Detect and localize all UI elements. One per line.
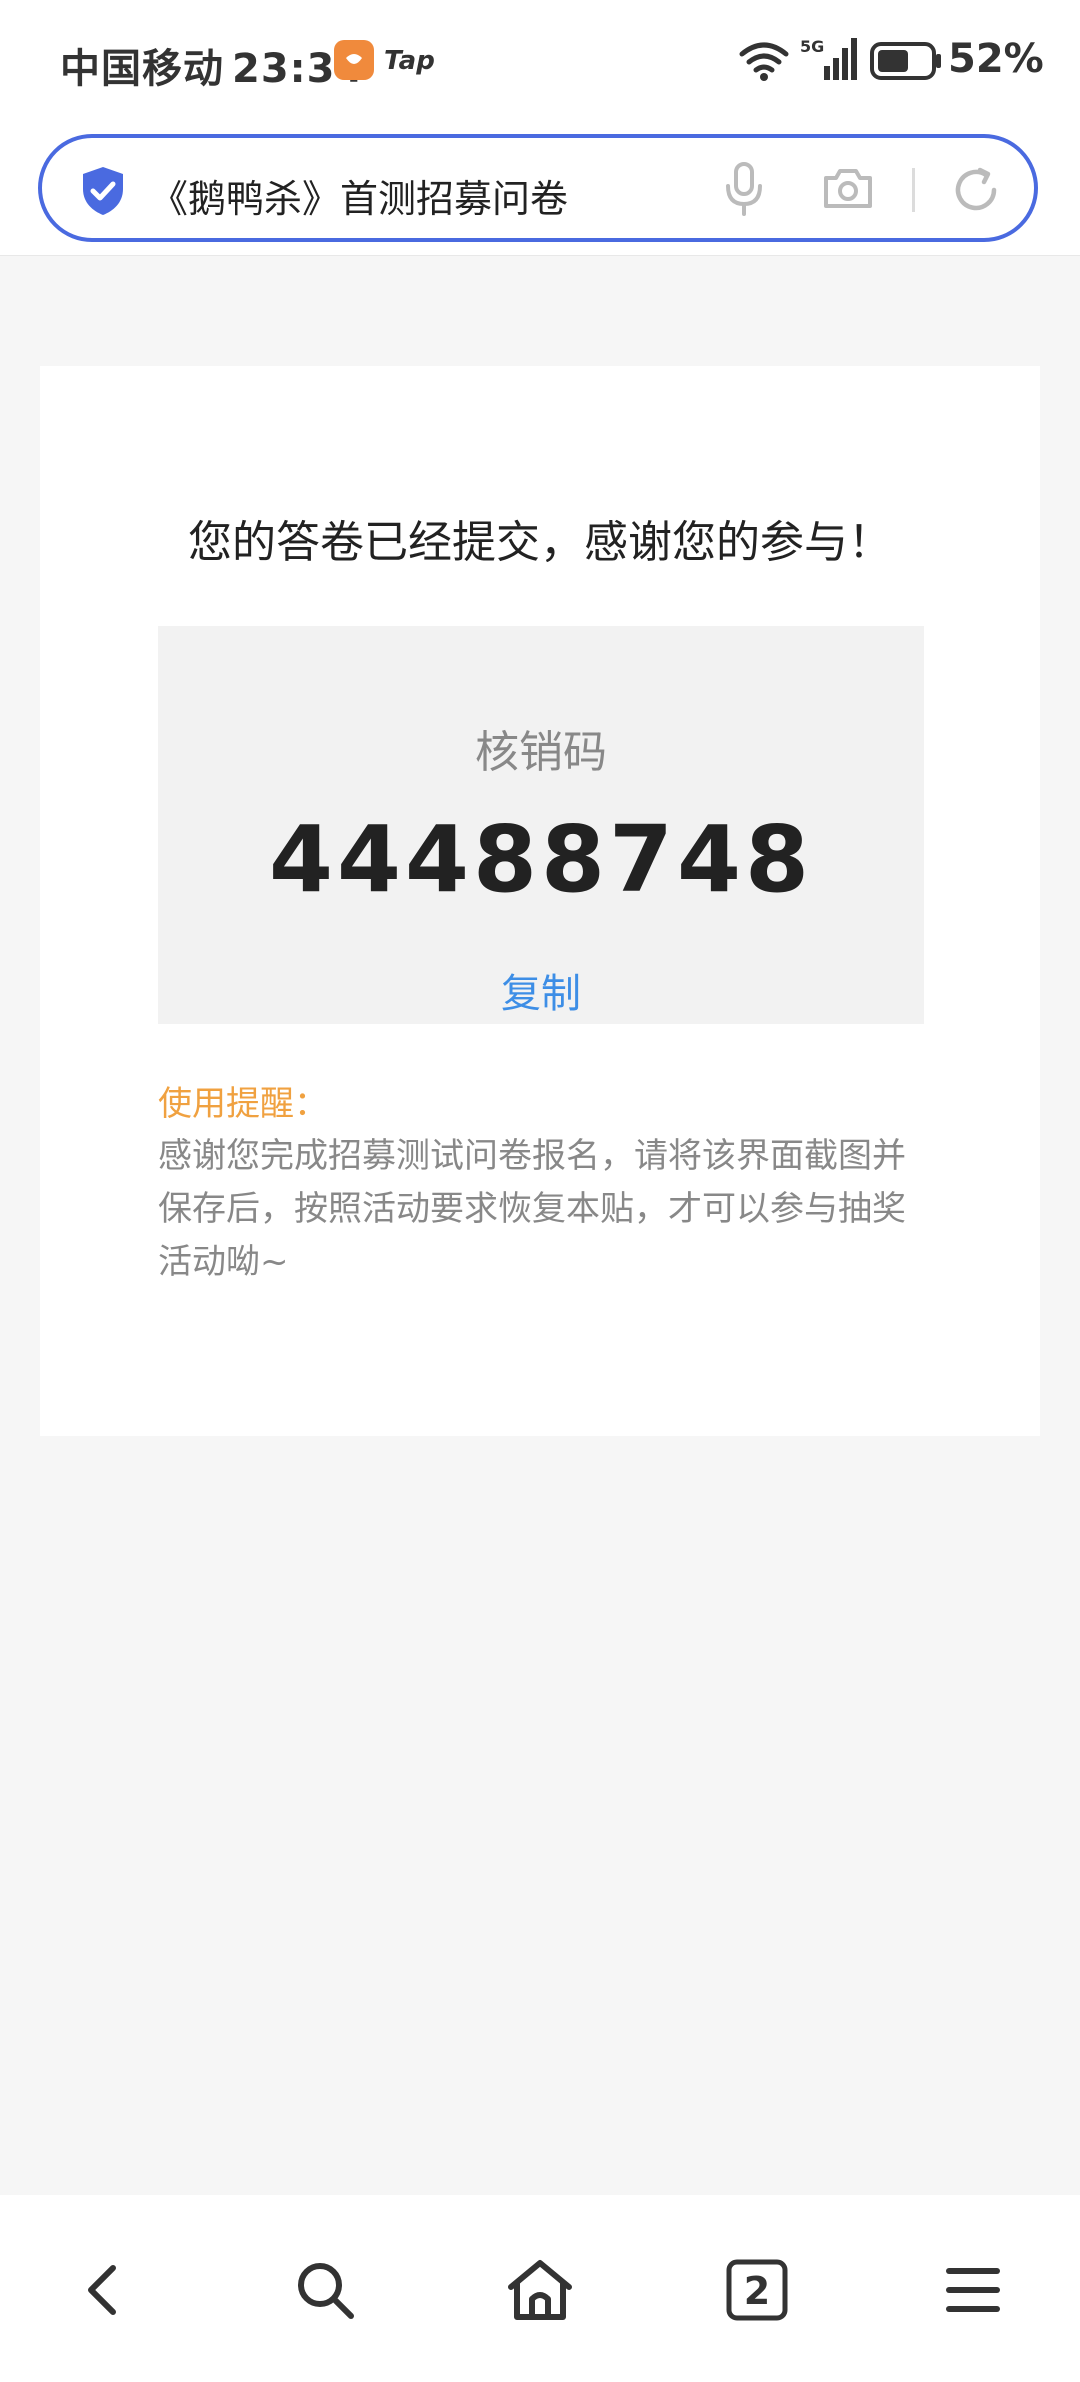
mic-icon[interactable] — [724, 162, 764, 216]
battery-icon — [870, 42, 941, 80]
tabs-button[interactable]: 2 — [692, 2225, 822, 2355]
camera-icon[interactable] — [822, 166, 874, 210]
tap-app-label: Tap — [384, 46, 435, 76]
tips-body: 感谢您完成招募测试问卷报名，请将该界面截图并保存后，按照活动要求恢复本贴，才可以… — [158, 1136, 906, 1282]
redeem-code-value: 44488748 — [268, 806, 814, 913]
tips-title: 使用提醒： — [158, 1084, 328, 1124]
bottom-navigation: 2 — [0, 2195, 1080, 2382]
tap-app-icon — [334, 40, 374, 80]
carrier-and-time: 中国移动 23:34 — [60, 36, 364, 94]
address-divider — [912, 168, 915, 212]
browser-toolbar: 《鹅鸭杀》首测招募问卷 — [0, 125, 1080, 256]
network-label: 5G — [800, 37, 824, 56]
search-button[interactable] — [260, 2225, 390, 2355]
wifi-icon — [739, 42, 789, 81]
home-button[interactable] — [475, 2225, 605, 2355]
status-bar: 中国移动 23:34 Tap 5G 52% — [0, 0, 1080, 125]
menu-button[interactable] — [908, 2225, 1038, 2355]
address-title[interactable]: 《鹅鸭杀》首测招募问卷 — [150, 168, 568, 223]
back-icon — [88, 2265, 116, 2315]
reload-icon[interactable] — [950, 164, 1002, 216]
home-icon — [508, 2260, 572, 2320]
search-icon — [298, 2263, 354, 2319]
address-bar[interactable]: 《鹅鸭杀》首测招募问卷 — [38, 134, 1038, 242]
tab-count: 2 — [744, 2269, 770, 2313]
carrier-name: 中国移动 — [60, 46, 224, 92]
shield-check-icon — [83, 167, 123, 215]
back-button[interactable] — [40, 2225, 170, 2355]
battery-percentage: 52% — [948, 36, 1044, 82]
menu-icon — [946, 2268, 1000, 2312]
submission-message: 您的答卷已经提交，感谢您的参与！ — [188, 517, 892, 568]
signal-icon: 5G — [800, 37, 857, 80]
copy-button[interactable]: 复制 — [441, 961, 641, 1019]
redeem-code-box: 核销码 44488748 复制 — [158, 626, 924, 1024]
tabs-icon: 2 — [726, 2259, 788, 2321]
redeem-code-label: 核销码 — [475, 727, 607, 778]
result-card: 您的答卷已经提交，感谢您的参与！ 核销码 44488748 复制 使用提醒： 感… — [40, 366, 1040, 1436]
